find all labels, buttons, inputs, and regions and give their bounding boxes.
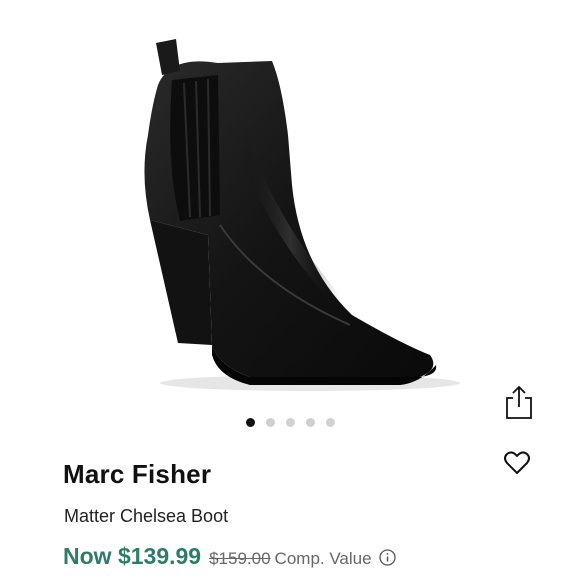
product-title: Matter Chelsea Boot bbox=[64, 506, 229, 526]
brand-name[interactable]: Marc Fisher bbox=[63, 459, 211, 490]
info-icon[interactable] bbox=[378, 549, 396, 566]
carousel-dot-2[interactable] bbox=[265, 418, 275, 427]
carousel-dot-5[interactable] bbox=[325, 418, 335, 427]
product-image[interactable] bbox=[100, 25, 460, 410]
carousel-dot-4[interactable] bbox=[305, 418, 315, 427]
comp-value-label: Comp. Value bbox=[274, 549, 372, 568]
image-carousel-indicator[interactable] bbox=[0, 418, 580, 427]
carousel-dot-1[interactable] bbox=[245, 418, 255, 427]
price-row: Now $139.99 $159.00 Comp. Value bbox=[63, 543, 396, 570]
like-button[interactable] bbox=[503, 449, 531, 477]
heart-icon bbox=[504, 451, 530, 474]
share-icon bbox=[506, 385, 532, 419]
boot-illustration bbox=[144, 39, 460, 391]
share-button[interactable] bbox=[503, 384, 535, 420]
original-price: $159.00 bbox=[209, 549, 271, 568]
carousel-dot-3[interactable] bbox=[285, 418, 295, 427]
current-price: Now $139.99 bbox=[63, 543, 202, 569]
